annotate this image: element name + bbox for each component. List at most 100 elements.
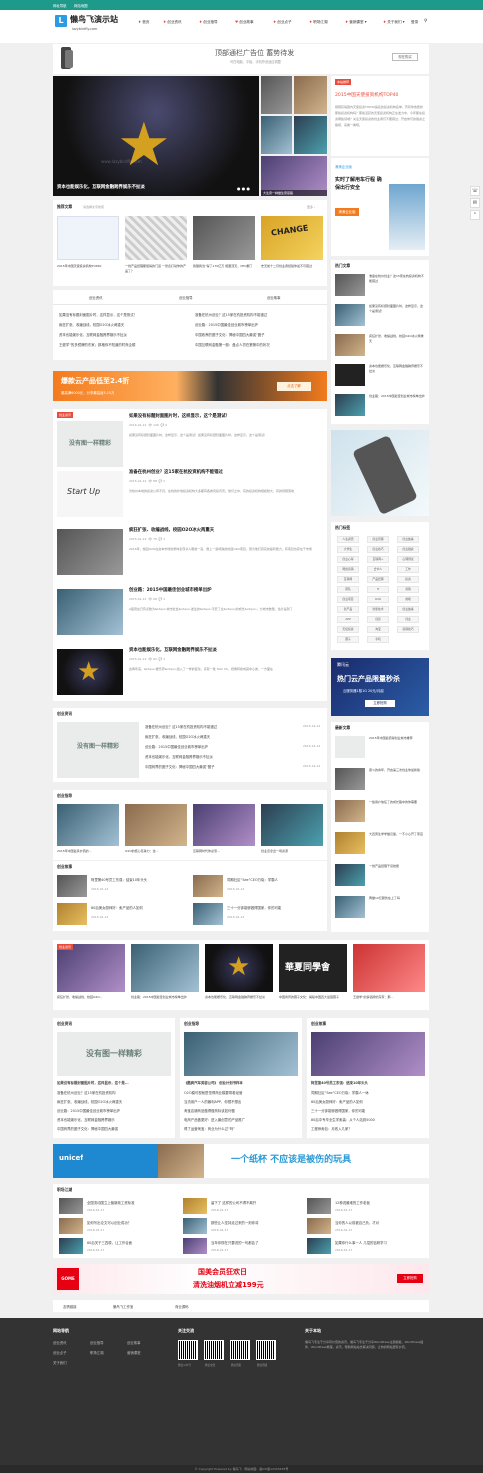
nav-about[interactable]: ♦关于我们 ▾ <box>383 20 405 25</box>
thumb-1[interactable] <box>261 76 292 114</box>
section-news-item[interactable]: 准备在杭州创业？这15家在杭投资机构不能错过 <box>145 724 295 729</box>
top-banner-ad[interactable]: 顶部通栏广告位 蓄势待发 可在电脑、平板、手机外设适应调整 现在购买 <box>53 44 429 74</box>
guide-title[interactable]: 2015年中国最具价值的... <box>57 849 119 853</box>
tag-link[interactable]: 网络营销 <box>337 566 359 573</box>
buy-now-button[interactable]: 现在购买 <box>392 53 418 61</box>
hot-thumb[interactable] <box>335 334 365 356</box>
article-image-2[interactable]: Start Up <box>57 471 123 517</box>
footer-link[interactable]: 创业指导 <box>90 1340 104 1345</box>
hot-thumb[interactable] <box>335 394 365 416</box>
hot-thumb[interactable] <box>335 364 365 386</box>
footer-link[interactable]: 创业资讯 <box>53 1340 67 1345</box>
new-thumb[interactable] <box>335 832 365 854</box>
hot-item[interactable]: 创业路：2015中国最佳创业城市榜单出炉 <box>369 394 425 399</box>
career-item[interactable]: 如何写出论文可以创业成功？ <box>87 1220 175 1225</box>
hot-thumb[interactable] <box>335 274 365 296</box>
tag-link[interactable]: 团队 <box>337 586 359 593</box>
career-thumb[interactable] <box>59 1238 83 1254</box>
col-guide-image[interactable] <box>184 1032 298 1076</box>
footer-link[interactable]: 创业故事 <box>127 1340 141 1345</box>
friend-link[interactable]: 懒鸟飞工作室 <box>113 1304 133 1309</box>
tag-link[interactable]: 新产品 <box>337 606 359 613</box>
new-thumb[interactable] <box>335 864 365 886</box>
didi-ad[interactable]: 滴滴企业版 实时了解用车行程 确保出行安全 滴滴企业版 <box>331 158 429 256</box>
article-image-5[interactable]: ★ <box>57 649 123 695</box>
tag-link[interactable]: 产品经理 <box>367 576 389 583</box>
grid-img-5[interactable] <box>353 944 425 992</box>
col-guide-item[interactable]: O2O模可视就是觉得商业模要带着经营 <box>184 1090 298 1095</box>
footer-link[interactable]: 营销课堂 <box>127 1350 141 1355</box>
thumb-4[interactable] <box>294 116 327 154</box>
col-guide-lead[interactable]: 《酷爽汽车美容公司》 创业计划书样本 <box>184 1080 298 1085</box>
didi-sub[interactable]: 滴滴企业版 <box>335 208 359 216</box>
guide-img-4[interactable] <box>261 804 323 846</box>
tab-news[interactable]: 创业资讯 <box>89 295 103 300</box>
col-guide-item[interactable]: 电商产品做更好：进入最创意的产品推广 <box>184 1117 298 1122</box>
tab-item[interactable]: 王健学“的多镜牌的东家；那格你不知道的时商企顺 <box>59 342 187 347</box>
tag-link[interactable]: 心理测试 <box>397 556 419 563</box>
col-story-item[interactable]: 工程师卖包：月收入几家？ <box>311 1126 425 1131</box>
article-title-4[interactable]: 创业路：2015中国最佳创业城市榜单出炉 <box>129 587 323 593</box>
tab-guide[interactable]: 创业指导 <box>179 295 193 300</box>
tab-story[interactable]: 创业故事 <box>267 295 281 300</box>
career-item[interactable]: 当你的人以前被自己负，才对 <box>335 1220 423 1225</box>
search-icon[interactable]: ⚲ <box>424 19 427 24</box>
tag-link[interactable]: APP <box>337 616 359 623</box>
grid-img-3[interactable]: ★ <box>205 944 273 992</box>
thumb-5[interactable]: 大生意一种做生意思路 <box>261 156 327 196</box>
career-thumb[interactable] <box>59 1198 83 1214</box>
logo-icon[interactable]: L <box>55 15 67 27</box>
col-news-item[interactable]: 创业路：2015中国最佳创业城市榜单出炉 <box>57 1108 171 1113</box>
slider-caption[interactable]: 资本也能娱乐化，互联网金融跨界娱乐不扯淡 <box>57 184 145 190</box>
col-guide-item[interactable]: 当流用户一人的暴利APP，你想不想出 <box>184 1099 298 1104</box>
tencent-button[interactable]: 立即抢购 <box>365 700 395 707</box>
tag-link[interactable]: 前端 <box>397 596 419 603</box>
new-thumb[interactable] <box>335 736 365 758</box>
guide-title[interactable]: 互联网时代你必须... <box>193 849 255 853</box>
article-image-3[interactable] <box>57 529 123 575</box>
rec-title-4[interactable]: 史无前十二月创业者经验你最不可错过 <box>261 264 323 269</box>
tag-link[interactable]: 创业融资 <box>397 546 419 553</box>
guide-img-1[interactable] <box>57 804 119 846</box>
tag-link[interactable]: 创业故事 <box>397 536 419 543</box>
tag-link[interactable]: 大学生 <box>337 546 359 553</box>
tab-item[interactable]: 准备在杭州创业？这15家在杭投资机构不能错过 <box>195 312 323 317</box>
new-item[interactable]: 大四男生学学做汉堡，一不小心开了家店 <box>369 832 425 837</box>
site-title[interactable]: 懒鸟飞演示站 <box>70 14 118 25</box>
col-news-item[interactable]: 疯狂扩张、收编战线，校园O2O冰火两重天 <box>57 1099 171 1104</box>
recommend-search-hint[interactable]: 请选择文字搜索 <box>83 205 104 209</box>
col-story-image[interactable] <box>311 1032 425 1076</box>
col-guide-item[interactable]: 得了运营淘宝：商业为什么过“吗” <box>184 1126 298 1131</box>
article-title-1[interactable]: 如果没有标题封面图片时，这样显示，这个是测试！ <box>129 413 323 419</box>
career-item[interactable]: 12种说最难的工作老板 <box>335 1200 423 1205</box>
career-thumb[interactable] <box>183 1198 207 1214</box>
back-to-top-icon[interactable]: ⌃ <box>470 210 480 220</box>
gome-button[interactable]: 立即抢购 <box>397 1274 423 1283</box>
section-news-image[interactable]: 没有图一样精彩 <box>57 722 139 778</box>
story-title[interactable]: 三十一分钟能够做得国家，你的可能 <box>227 905 323 910</box>
story-img-3[interactable] <box>57 903 87 925</box>
new-item[interactable]: 再做10亿服务在上了吗 <box>369 896 425 901</box>
rec-img-4[interactable]: CHANGE <box>261 216 323 260</box>
col-guide-item[interactable]: 淘宝店铺商品做得做商标该如何做 <box>184 1108 298 1113</box>
article-image-4[interactable] <box>57 589 123 635</box>
rec-img-3[interactable] <box>193 216 255 260</box>
career-thumb[interactable] <box>307 1198 331 1214</box>
story-title[interactable]: 阿里第40号员工东强：结束10年头头 <box>91 877 187 882</box>
career-item[interactable]: 当年你现在只要说的一句都会了 <box>211 1240 299 1245</box>
tab-item[interactable]: 中国收养的圈子文化：揭秘中国四大最强“圈子 <box>195 332 323 337</box>
col-story-item[interactable]: 80后中专毕业生学卖装：从个人站到5000 <box>311 1117 425 1122</box>
tag-link[interactable]: 营销技巧 <box>397 626 419 633</box>
tag-link[interactable]: 人生感悟 <box>337 536 359 543</box>
login-link[interactable]: 登录 <box>411 20 418 25</box>
nav-news[interactable]: ♦创业资讯 <box>163 20 182 25</box>
grid-img-4[interactable]: 華夏同學會 <box>279 944 347 992</box>
rec-title-3[interactable]: 我赌我当“得了170亿万 能跟顶天，CEO翻了 <box>193 264 255 269</box>
tab-item[interactable]: 中国互联网金融第一股：盘点人贷在第第中的状况 <box>195 342 323 347</box>
site-nav-link[interactable]: 网址导航 <box>53 3 67 8</box>
tag-link[interactable]: 淘宝 <box>367 626 389 633</box>
col-story-item[interactable]: 80后美女厨师好：卖产品的人如何 <box>311 1099 425 1104</box>
col-news-item[interactable]: 准备在杭州创业？这15家在杭投资机构 <box>57 1090 171 1095</box>
grid-title[interactable]: 王健学“的多镜牌的东家：那... <box>353 995 425 1000</box>
guide-img-3[interactable] <box>193 804 255 846</box>
